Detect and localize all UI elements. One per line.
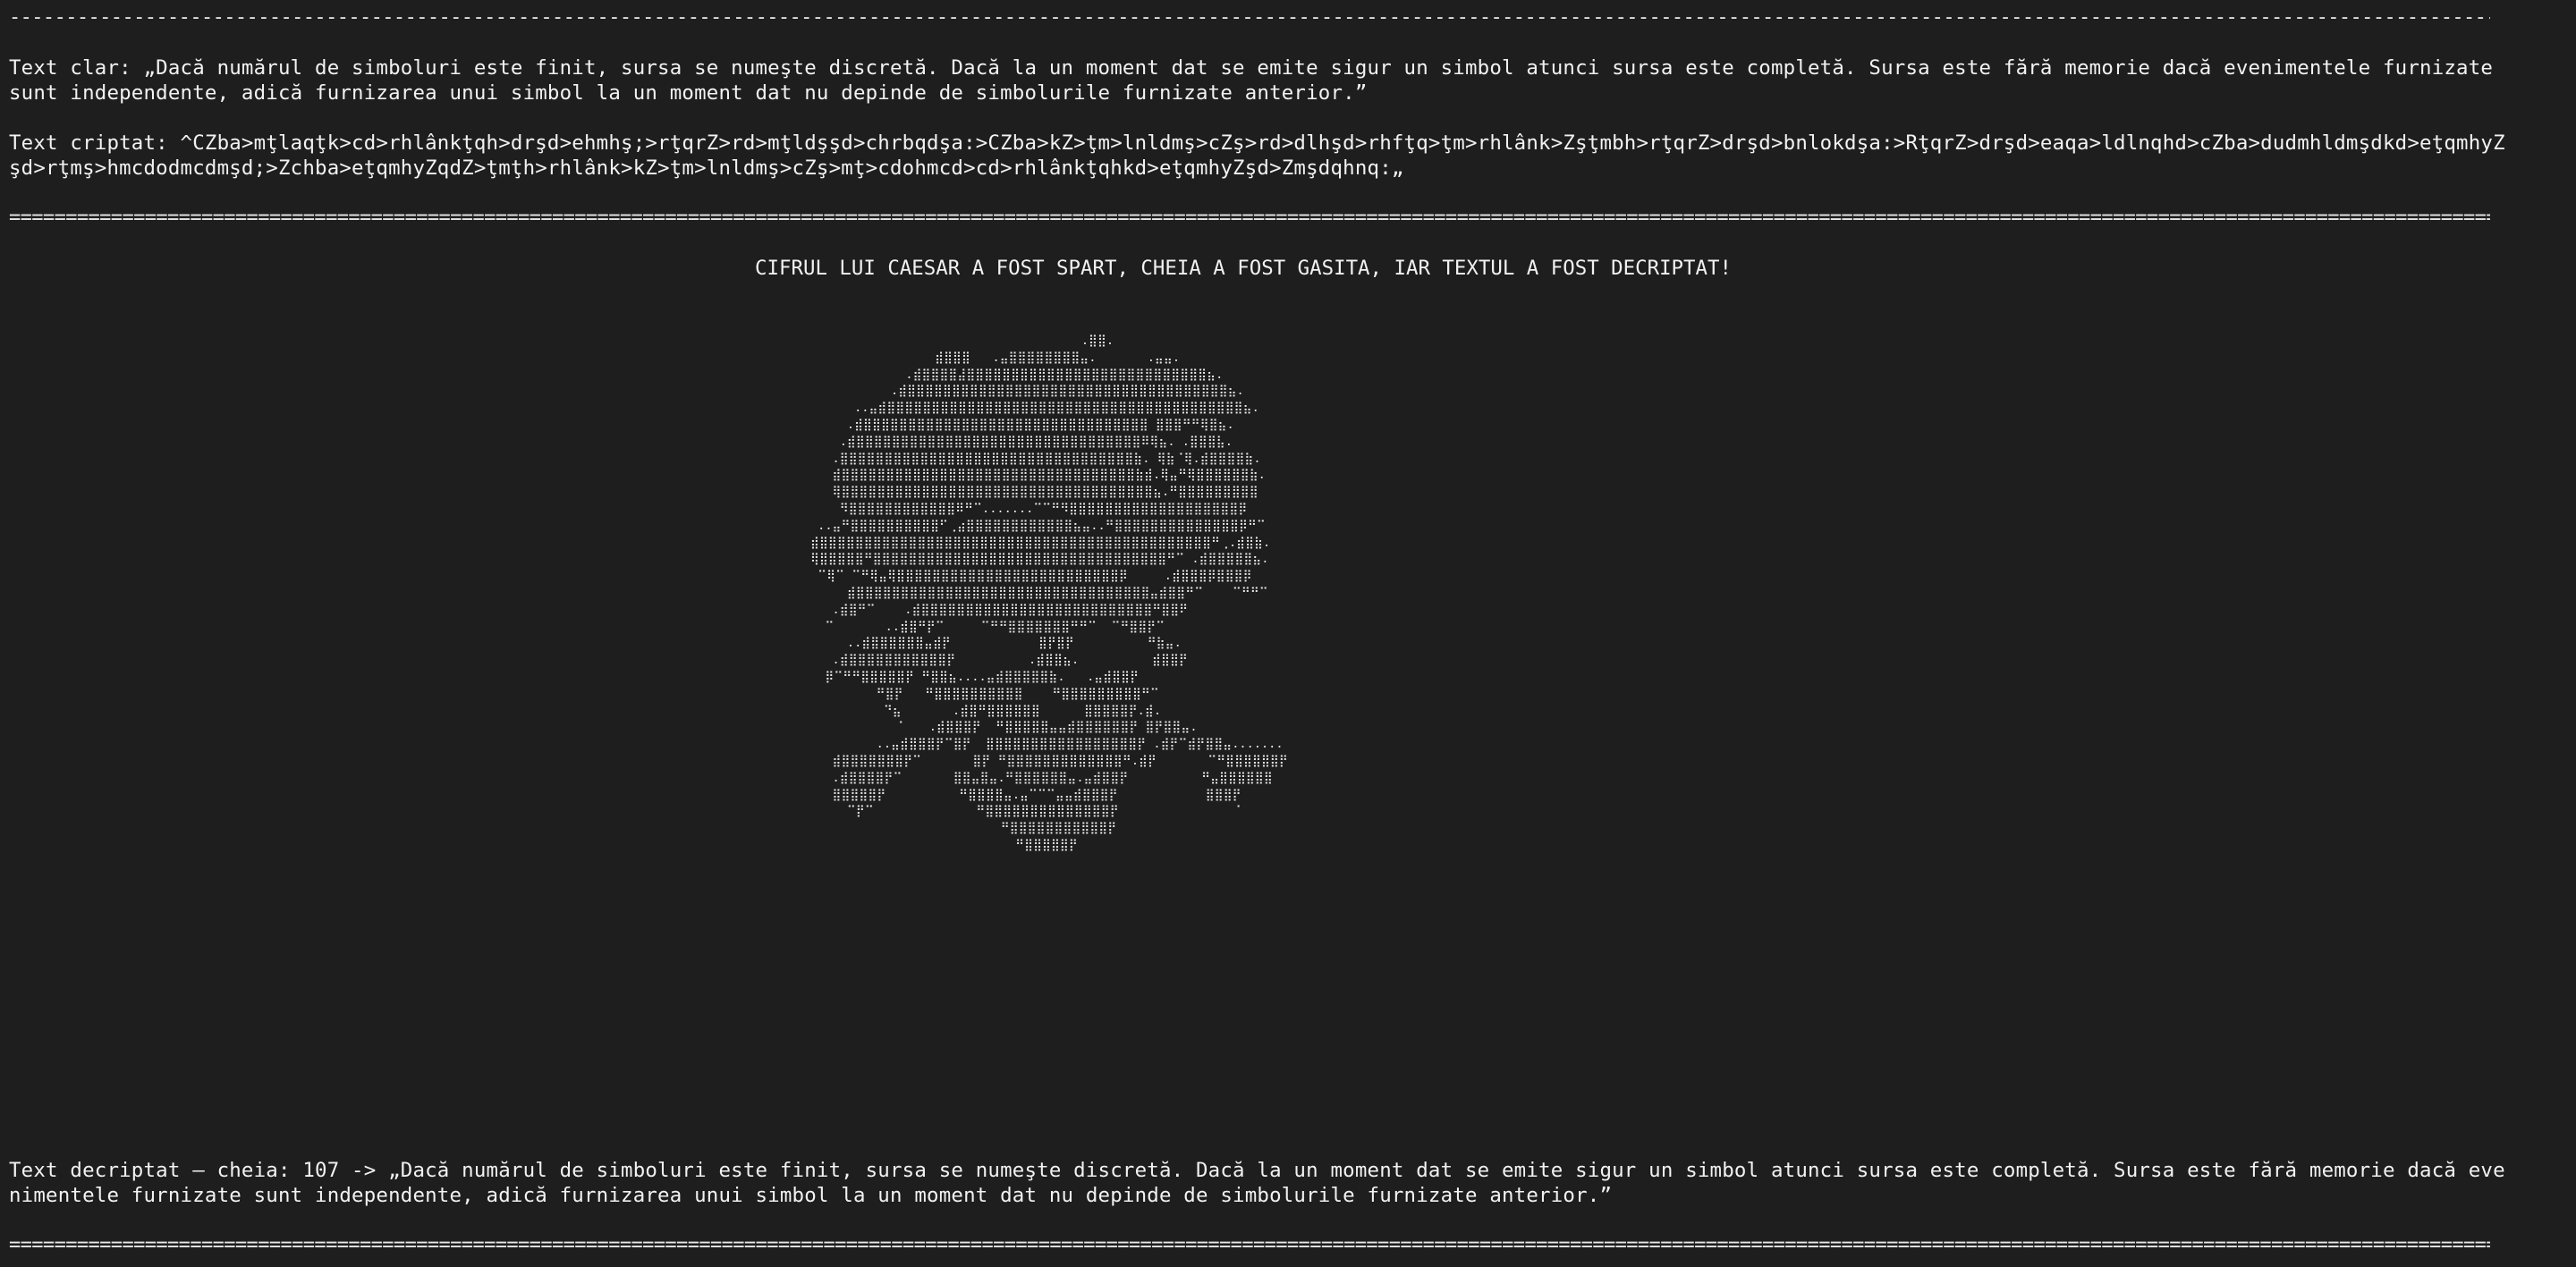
skull-ascii-art: .⣿⣿. ⣾⣿⣿⣿ .⣤⣿⣿⣿⣿⣿⣿⣿⣿⣤. .⣤⣤. .⣾⣿⣿⣿⣿⣼⣿⣿⣿⣿⣿…	[810, 334, 1288, 852]
separator-dashes: ----------------------------------------…	[9, 6, 2490, 29]
decrypted-text-line-1: Text decriptat – cheia: 107 -> „Dacă num…	[9, 1159, 2505, 1182]
decryption-headline: CIFRUL LUI CAESAR A FOST SPART, CHEIA A …	[755, 257, 1732, 280]
cipher-text-line-1: Text criptat: ^CZba>mţlaqţk>cd>rhlânkţqh…	[9, 131, 2505, 155]
clear-text-line-1: Text clar: „Dacă numărul de simboluri es…	[9, 56, 2494, 80]
separator-equals-bottom: ========================================…	[9, 1234, 2490, 1256]
decrypted-text-line-2: nimentele furnizate sunt independente, a…	[9, 1184, 1613, 1207]
cipher-text-line-2: şd>rţmş>hmcdodmcdmşd;>Zchba>eţqmhyZqdZ>ţ…	[9, 156, 1404, 180]
clear-text-line-2: sunt independente, adică furnizarea unui…	[9, 81, 1368, 105]
separator-equals-top: ========================================…	[9, 207, 2490, 229]
terminal-output: ----------------------------------------…	[9, 0, 2569, 1267]
